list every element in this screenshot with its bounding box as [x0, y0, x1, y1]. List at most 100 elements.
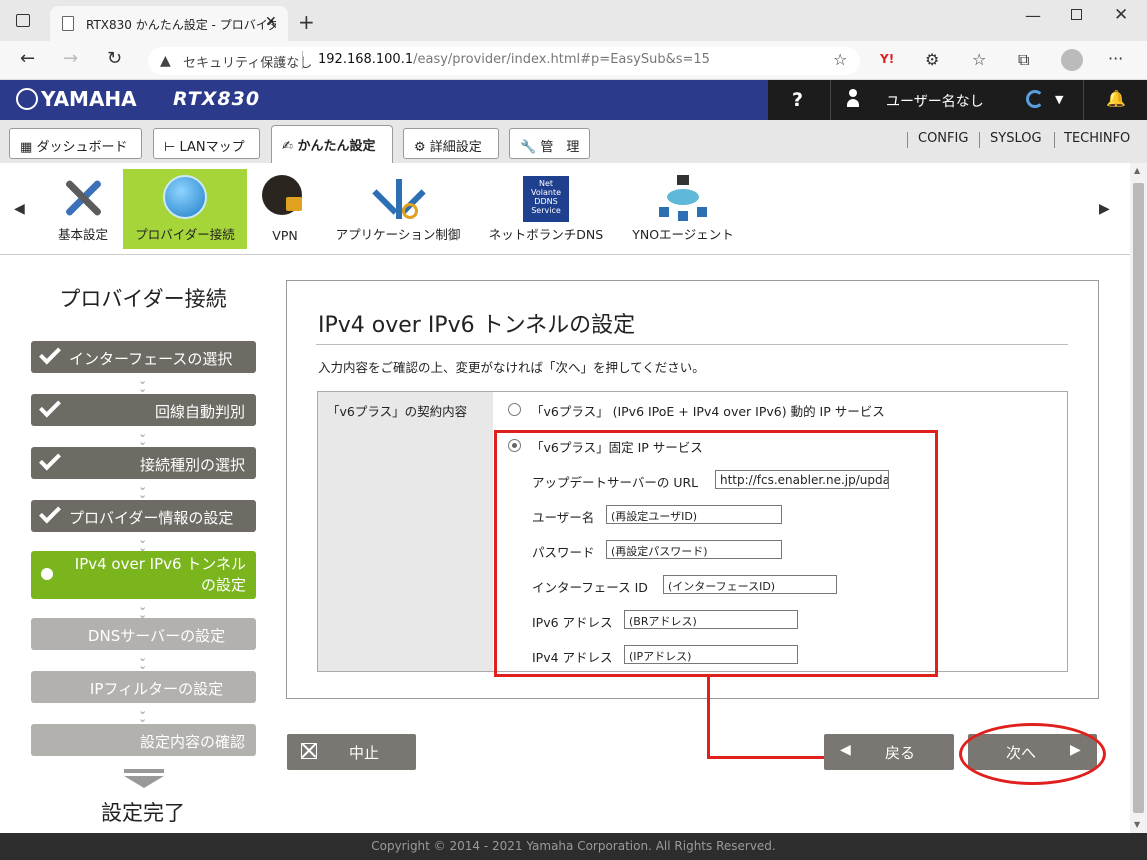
app-control-arrows-icon [372, 175, 426, 221]
menu-basic-settings[interactable]: 基本設定 [50, 169, 116, 249]
extension-icon[interactable]: ⚙ [925, 50, 939, 69]
step-ip-filter: IPフィルターの設定 [31, 671, 256, 703]
user-name[interactable]: ユーザー名なし [886, 91, 984, 111]
page-title: IPv4 over IPv6 トンネルの設定 [318, 313, 636, 338]
chevron-down-icon: ⌄ ⌄ [138, 427, 148, 448]
tab-label: かんたん設定 [297, 139, 376, 154]
profile-icon[interactable] [1061, 49, 1083, 71]
chevron-down-icon: ⌄ ⌄ [138, 533, 148, 554]
maximize-icon[interactable] [1071, 9, 1082, 20]
contract-label: 「v6プラス」の契約内容 [327, 404, 468, 419]
close-window-icon[interactable]: ✕ [1114, 5, 1128, 25]
chevron-down-icon: ⌄ ⌄ [138, 480, 148, 501]
globe-icon [163, 175, 207, 219]
done-arrow-bar [124, 769, 164, 773]
help-icon[interactable]: ? [792, 89, 803, 111]
menu-label: YNOエージェント [632, 227, 734, 242]
url-host: 192.168.100.1 [318, 52, 414, 67]
ddns-icon-text: Net [538, 179, 554, 188]
done-arrow-icon [124, 776, 164, 788]
close-tab-icon[interactable]: ✕ [265, 14, 277, 30]
page-icon [62, 16, 74, 31]
radio-dynamic-ip[interactable] [508, 403, 521, 416]
copyright-footer: Copyright © 2014 - 2021 Yamaha Corporati… [0, 833, 1147, 860]
dashboard-icon: ▦ [20, 140, 33, 155]
link-divider [979, 132, 980, 148]
chevron-down-icon: ⌄ ⌄ [138, 651, 148, 672]
scroll-down-icon[interactable]: ▼ [1134, 820, 1140, 829]
scroll-up-icon[interactable]: ▲ [1134, 166, 1140, 175]
forward-icon[interactable]: → [63, 48, 78, 69]
ddns-icon-text: Volante [531, 188, 561, 197]
reload-icon[interactable]: ↻ [107, 48, 122, 69]
user-icon [847, 89, 859, 109]
favorites-icon[interactable]: ☆ [972, 50, 986, 69]
menu-application-control[interactable]: アプリケーション制御 [328, 169, 468, 249]
sidebar-title: プロバイダー接続 [59, 287, 227, 311]
scrollbar-thumb[interactable] [1133, 183, 1144, 813]
tab-label: ダッシュボード [36, 140, 128, 155]
check-icon [39, 501, 61, 524]
menu-yno-agent[interactable]: YNOエージェント [626, 169, 740, 249]
tab-actions-icon[interactable] [16, 14, 30, 27]
yahoo-extension-icon[interactable]: Y! [880, 52, 894, 66]
check-icon [39, 342, 61, 365]
new-tab-icon[interactable]: + [298, 10, 315, 34]
option-dynamic-ip-label[interactable]: 「v6プラス」 (IPv6 IPoE + IPv4 over IPv6) 動的 … [531, 401, 885, 420]
chevron-down-icon: ⌄ ⌄ [138, 704, 148, 725]
step-line-detection: 回線自動判別 [31, 394, 256, 426]
step-label: インターフェースの選択 [69, 350, 233, 368]
ddns-icon-text: Service [531, 206, 561, 215]
step-interface-selection: インターフェースの選択 [31, 341, 256, 373]
minimize-icon[interactable]: — [1025, 6, 1041, 25]
gear-icon: ⚙ [414, 140, 426, 155]
back-label: 戻る [885, 744, 916, 762]
instruction-text: 入力内容をご確認の上、変更がなければ「次へ」を押してください。 [318, 360, 705, 375]
tab-lan-map[interactable]: ⊢ LANマップ [153, 128, 260, 159]
tab-title: RTX830 かんたん設定 - プロバイダー接 [86, 18, 276, 32]
techinfo-link[interactable]: TECHINFO [1064, 131, 1130, 146]
step-dns-server: DNSサーバーの設定 [31, 618, 256, 650]
chevron-down-icon: ⌄ ⌄ [138, 600, 148, 621]
step-label: DNSサーバーの設定 [87, 627, 226, 645]
tab-management[interactable]: 🔧 管 理 [509, 128, 590, 159]
address-divider [302, 51, 303, 69]
warning-icon[interactable]: ▲ [160, 53, 171, 69]
check-icon [39, 395, 61, 418]
scroll-right-icon[interactable]: ▶ [1099, 201, 1110, 217]
status-spinner-icon [1026, 90, 1044, 108]
menu-label: プロバイダー接続 [135, 227, 235, 242]
back-icon[interactable]: ← [20, 48, 35, 69]
tab-advanced-settings[interactable]: ⚙ 詳細設定 [403, 128, 499, 159]
step-label: 回線自動判別 [154, 403, 245, 421]
collections-icon[interactable]: ⧉ [1018, 50, 1029, 70]
config-link[interactable]: CONFIG [918, 131, 968, 146]
menu-netvolante-dns[interactable]: Net Volante DDNS Service ネットボランチDNS [482, 169, 610, 249]
url-text[interactable]: 192.168.100.1/easy/provider/index.html#p… [318, 52, 710, 67]
browser-tab[interactable]: RTX830 かんたん設定 - プロバイダー接 ✕ [50, 6, 288, 41]
menu-label: VPN [272, 228, 298, 243]
ddns-icon-text: DDNS [534, 197, 558, 206]
menu-label: 基本設定 [57, 227, 108, 242]
more-menu-icon[interactable]: ··· [1108, 49, 1123, 68]
tab-dashboard[interactable]: ▦ ダッシュボード [9, 128, 142, 159]
favorite-add-icon[interactable]: ☆ [833, 50, 847, 69]
next-button-highlight-annotation [959, 723, 1106, 785]
scroll-left-icon[interactable]: ◀ [14, 201, 25, 217]
back-button[interactable]: ◀ 戻る [824, 734, 954, 770]
menu-vpn[interactable]: VPN [255, 169, 315, 249]
step-confirm: 設定内容の確認 [31, 724, 256, 756]
security-label[interactable]: セキュリティ保護なし [183, 52, 312, 71]
tab-easy-setup[interactable]: ✍ かんたん設定 [271, 125, 393, 163]
chevron-down-icon: ⌄ ⌄ [138, 374, 148, 395]
cancel-button[interactable]: 中止 [287, 734, 416, 770]
network-icon [659, 175, 707, 221]
highlight-box-annotation [494, 430, 938, 677]
syslog-link[interactable]: SYSLOG [990, 131, 1042, 146]
ddns-service-icon: Net Volante DDNS Service [523, 176, 569, 222]
menu-provider-connection[interactable]: プロバイダー接続 [123, 169, 247, 249]
notification-bell-icon[interactable]: 🔔 [1106, 89, 1126, 108]
chevron-down-icon[interactable]: ▼ [1055, 93, 1063, 106]
link-divider [907, 132, 908, 148]
brand-name: YAMAHA [41, 87, 137, 111]
